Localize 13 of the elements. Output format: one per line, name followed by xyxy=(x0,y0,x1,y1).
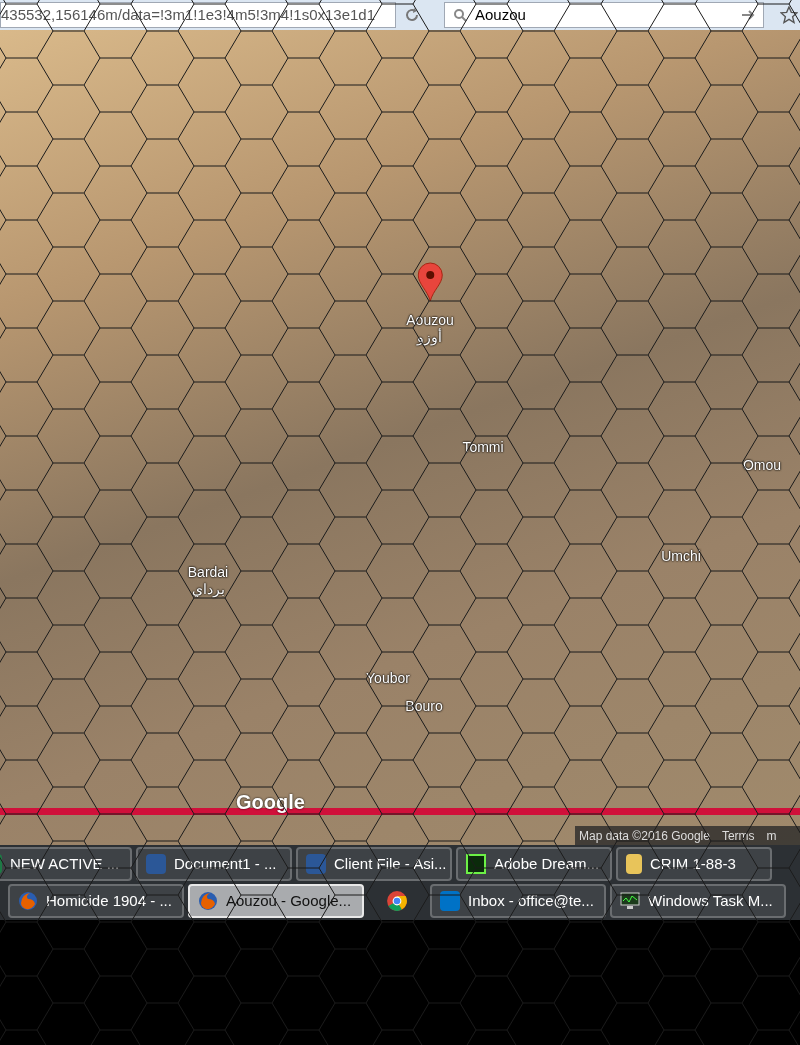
place-label: Bardai xyxy=(187,563,229,582)
attribution-text: Map data ©2016 Google xyxy=(579,827,710,845)
place-label: Umchi xyxy=(661,547,701,566)
place-label-arabic: برداي xyxy=(191,580,225,600)
map-logo: Google xyxy=(236,790,305,815)
place-label: Aouzou xyxy=(406,311,454,328)
attribution-text[interactable]: Terms xyxy=(721,826,755,845)
attribution-text[interactable]: m xyxy=(766,826,777,845)
place-label: Bouro xyxy=(405,697,443,716)
place-label: Tommi xyxy=(462,438,504,457)
place-label: Omou xyxy=(742,456,782,475)
place-label-arabic: أوزو xyxy=(417,327,443,348)
place-label: Youbor xyxy=(366,669,410,688)
